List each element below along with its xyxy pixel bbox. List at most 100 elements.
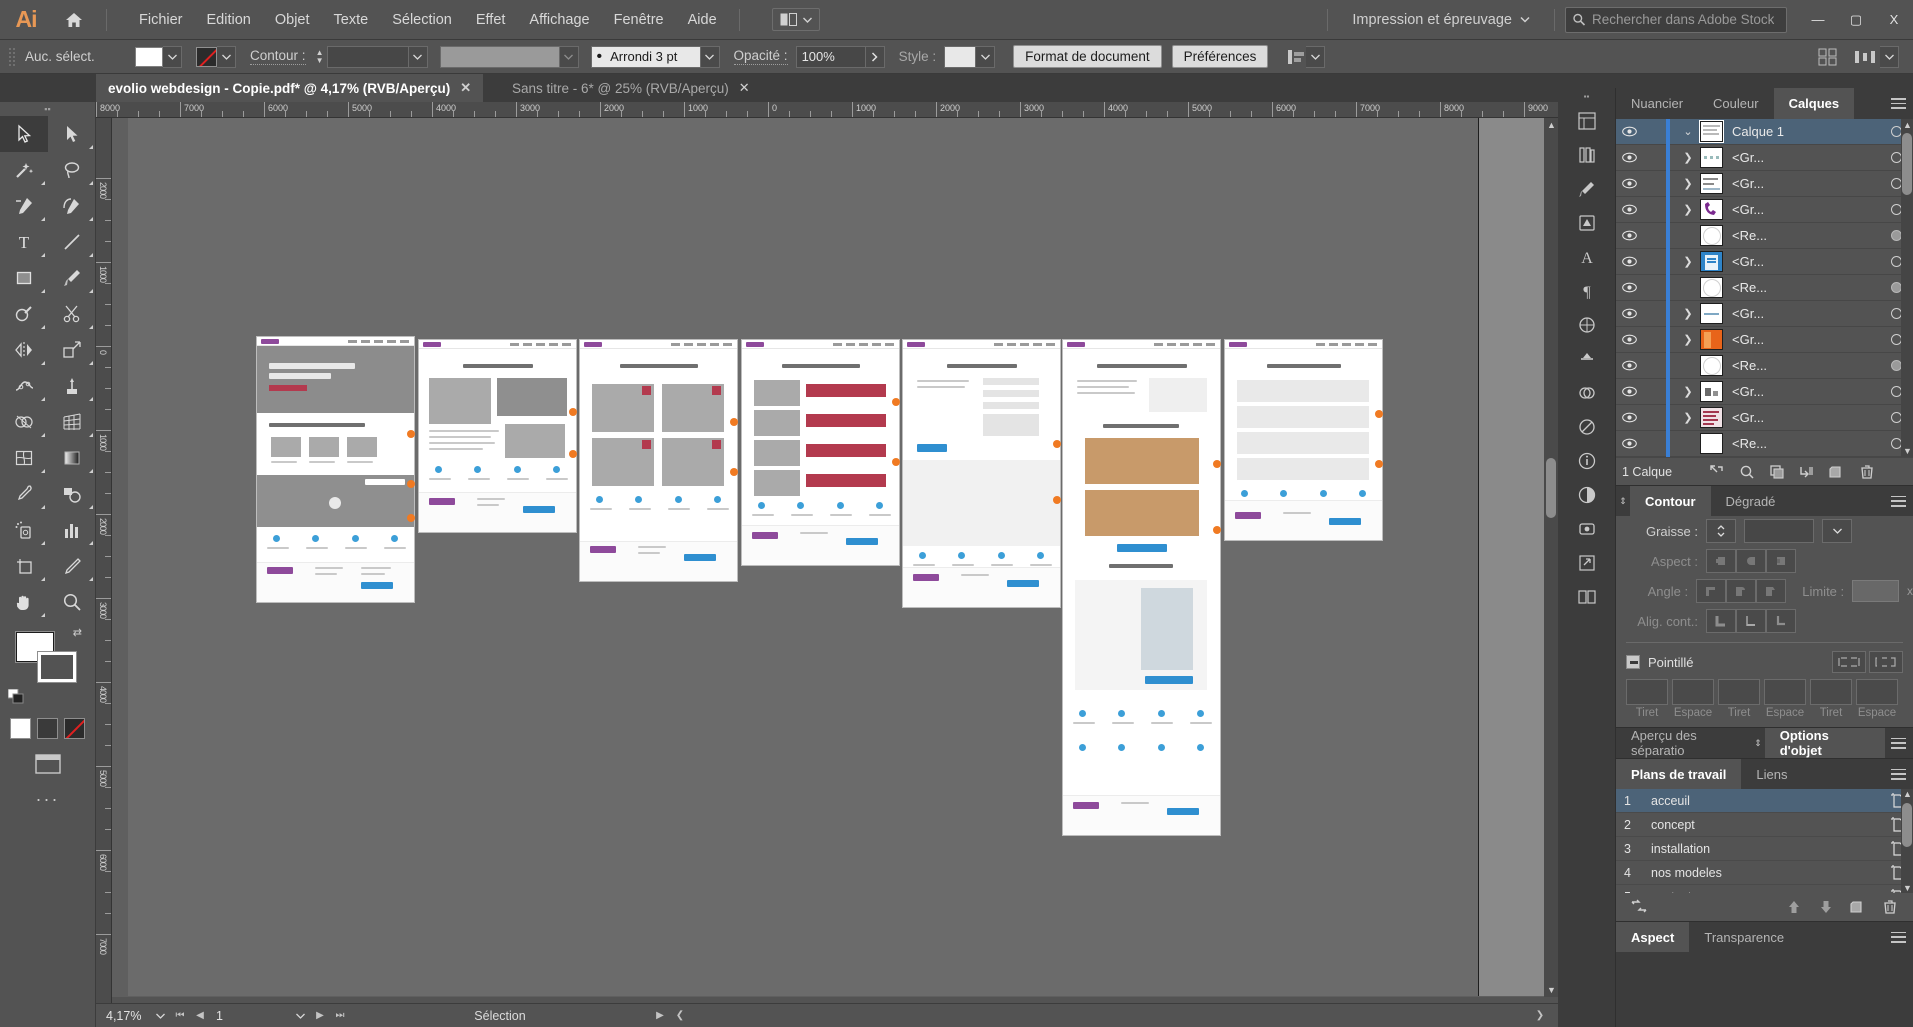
artboard-installation[interactable] [580, 340, 738, 581]
tab-nuancier[interactable]: Nuancier [1616, 88, 1699, 119]
pathfinder-icon[interactable] [1558, 376, 1616, 410]
new-artboard-icon[interactable] [1843, 899, 1873, 915]
layer-row[interactable]: ❯ <Gr... [1616, 378, 1913, 405]
panel-collapse-icon[interactable]: ⇕ [1751, 728, 1764, 758]
fill-swatch[interactable] [135, 46, 163, 67]
transform-icon[interactable] [1558, 308, 1616, 342]
layer-row[interactable]: ❯ <Gr... [1616, 326, 1913, 353]
fill-dropdown-icon[interactable] [163, 45, 182, 68]
layer-row[interactable]: <Re... [1616, 430, 1913, 457]
gradient-tool[interactable] [48, 440, 96, 476]
tab-degrade[interactable]: Dégradé [1710, 486, 1791, 516]
screen-mode-button[interactable] [0, 753, 95, 775]
visibility-icon[interactable] [1616, 178, 1642, 189]
edit-toolbar-icon[interactable]: ··· [0, 789, 95, 810]
curvature-tool[interactable] [48, 188, 96, 224]
menu-aide[interactable]: Aide [676, 7, 729, 33]
visibility-icon[interactable] [1616, 412, 1642, 423]
status-menu-icon[interactable]: ▶ [650, 1010, 670, 1021]
document-tab-evolio[interactable]: evolio webdesign - Copie.pdf* @ 4,17% (R… [96, 74, 484, 102]
align-dropdown-icon[interactable] [1306, 45, 1326, 68]
next-artboard-button[interactable]: ▶ [310, 1010, 330, 1021]
scroll-up-icon[interactable]: ▲ [1547, 120, 1556, 130]
gap-input-1[interactable] [1672, 679, 1714, 705]
vertical-ruler[interactable]: 2000 1000 0 1000 2000 3000 4000 5000 600… [96, 118, 112, 1013]
artboards-panel-menu-icon[interactable] [1883, 759, 1913, 789]
gradient-mode-button[interactable] [37, 718, 58, 739]
selection-handle[interactable] [569, 408, 577, 416]
document-setup-button[interactable]: Format de document [1013, 45, 1162, 68]
tab-options-objet[interactable]: Options d'objet [1764, 728, 1885, 758]
opacity-flyout-icon[interactable] [865, 45, 885, 68]
artboard-concept[interactable] [419, 340, 577, 532]
scissors-tool[interactable] [48, 296, 96, 332]
stroke-dropdown-icon[interactable] [217, 45, 236, 68]
stroke-color-box[interactable] [38, 652, 76, 682]
pen-tool[interactable] [0, 188, 48, 224]
gap-input-2[interactable] [1764, 679, 1806, 705]
free-transform-tool[interactable] [48, 368, 96, 404]
brushes-icon[interactable] [1558, 172, 1616, 206]
tab-aspect[interactable]: Aspect [1616, 922, 1690, 952]
selection-handle[interactable] [892, 398, 900, 406]
shape-builder-tool[interactable] [0, 404, 48, 440]
visibility-icon[interactable] [1616, 230, 1642, 241]
chevron-right-icon[interactable]: ❯ [1676, 307, 1700, 320]
artboard-dropdown-icon[interactable] [290, 1013, 310, 1019]
dash-adjust-corners-icon[interactable] [1869, 651, 1903, 673]
stroke-weight-field[interactable] [326, 45, 409, 68]
move-up-icon[interactable] [1779, 899, 1809, 915]
artboard-row[interactable]: 1 acceuil [1616, 789, 1913, 813]
artboard-name[interactable]: concept [1642, 818, 1883, 832]
chevron-down-icon[interactable]: ⌄ [1676, 125, 1700, 138]
layer-name[interactable]: <Re... [1723, 280, 1879, 295]
visibility-icon[interactable] [1616, 126, 1642, 137]
last-artboard-button[interactable]: ⏭ [330, 1010, 350, 1021]
zoom-dropdown-icon[interactable] [150, 1013, 170, 1019]
scroll-up-icon[interactable]: ▲ [1903, 789, 1912, 799]
width-tool[interactable] [0, 368, 48, 404]
tab-calques[interactable]: Calques [1773, 88, 1855, 119]
status-collapse-icon[interactable]: ❮ [670, 1010, 690, 1021]
color-mode-button[interactable] [10, 718, 31, 739]
artboards-scroll-thumb[interactable] [1902, 803, 1912, 847]
stroke-weight-dropdown-icon[interactable] [408, 45, 428, 68]
extras-dropdown-icon[interactable] [1880, 45, 1899, 68]
layer-name[interactable]: <Gr... [1723, 384, 1879, 399]
selection-handle[interactable] [892, 458, 900, 466]
object-panel-menu-icon[interactable] [1885, 728, 1913, 758]
artboards-scrollbar[interactable]: ▲ ▼ [1901, 789, 1913, 893]
tab-close-icon[interactable]: ✕ [460, 80, 471, 96]
graphic-style-dropdown-icon[interactable] [976, 45, 996, 68]
reflect-tool[interactable] [0, 332, 48, 368]
layer-row[interactable]: ❯ <Gr... [1616, 144, 1913, 171]
layers-scrollbar[interactable]: ▲ ▼ [1901, 119, 1913, 457]
stroke-weight-input[interactable] [1744, 519, 1814, 543]
layers-scroll-thumb[interactable] [1902, 133, 1912, 195]
fill-color-control[interactable] [135, 45, 182, 68]
layer-row[interactable]: ❯ <Gr... [1616, 404, 1913, 431]
stock-search-input[interactable]: Rechercher dans Adobe Stock [1565, 6, 1787, 33]
lasso-tool[interactable] [48, 152, 96, 188]
selection-handle[interactable] [1375, 460, 1383, 468]
align-control[interactable] [1286, 45, 1326, 68]
artboard-name[interactable]: acceuil [1642, 794, 1883, 808]
tab-close-icon[interactable]: ✕ [739, 80, 750, 96]
rectangle-tool[interactable] [0, 260, 48, 296]
column-graph-tool[interactable] [48, 512, 96, 548]
layer-row[interactable]: <Re... [1616, 352, 1913, 379]
layer-name[interactable]: <Re... [1723, 436, 1879, 451]
character-icon[interactable]: A [1558, 240, 1616, 274]
canvas-vertical-scrollbar[interactable]: ▲ ▼ [1544, 118, 1558, 997]
selection-handle[interactable] [1053, 440, 1061, 448]
stroke-weight-stepper[interactable]: ▲ ▼ [313, 46, 327, 68]
maximize-button[interactable]: ▢ [1837, 0, 1875, 39]
info-icon[interactable] [1558, 444, 1616, 478]
control-bar-grip[interactable] [8, 46, 17, 67]
chevron-right-icon[interactable]: ❯ [1676, 151, 1700, 164]
layer-row[interactable]: <Re... [1616, 274, 1913, 301]
layer-row[interactable]: ❯ <Gr... [1616, 300, 1913, 327]
tab-contour[interactable]: Contour [1630, 486, 1711, 516]
magic-wand-tool[interactable] [0, 152, 48, 188]
tab-apercu-separations[interactable]: Aperçu des séparatio [1616, 728, 1752, 758]
